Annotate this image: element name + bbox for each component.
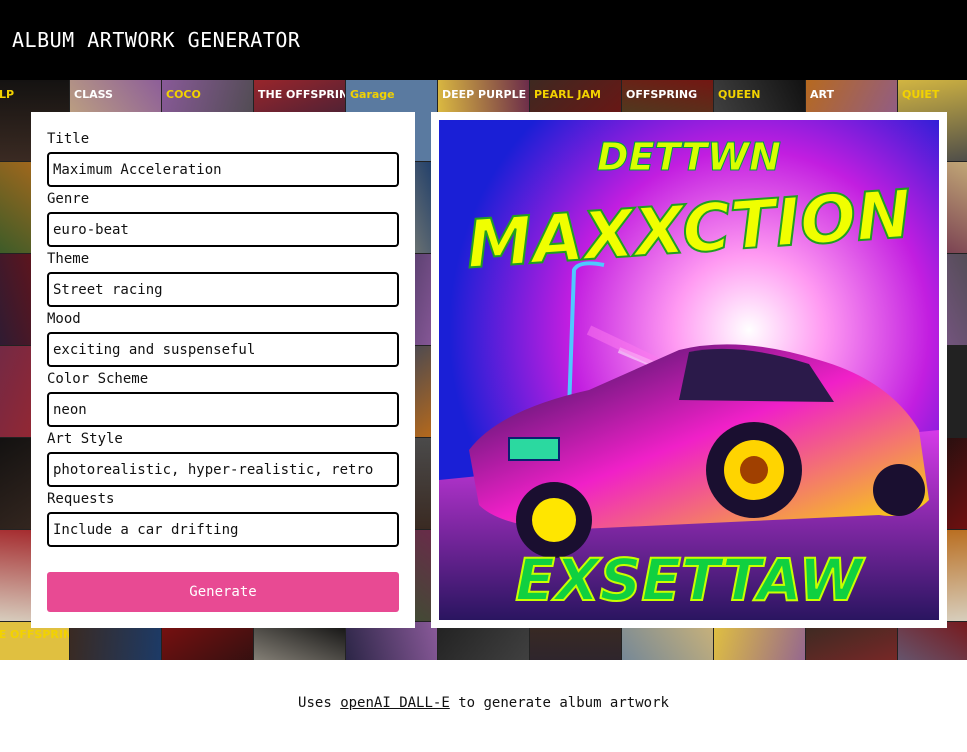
album-cover-label: CLASS (74, 88, 113, 101)
title-label: Title (47, 131, 90, 147)
requests-label: Requests (47, 491, 115, 507)
artwork-bottom-text: EXSETTAW (515, 546, 865, 614)
genre-label: Genre (47, 191, 90, 207)
generated-album-artwork: DETTWN MAXXCTION EXSETTAW (439, 120, 939, 620)
footer-prefix: Uses (298, 695, 341, 711)
artwork-form: Title Genre Theme Mood Color Scheme Art … (31, 112, 415, 628)
app-title: ALBUM ARTWORK GENERATOR (12, 28, 301, 52)
footer-credit: Uses openAI DALL-E to generate album art… (0, 695, 967, 711)
artwork-image: DETTWN MAXXCTION EXSETTAW (439, 120, 939, 620)
album-cover-label: THE OFFSPRING (258, 88, 345, 101)
album-cover-label: Garage (350, 88, 395, 101)
art-style-input[interactable] (47, 452, 399, 487)
artwork-top-text: DETTWN (597, 135, 781, 179)
dalle-link[interactable]: openAI DALL-E (340, 695, 450, 711)
album-cover-label: OFFSPRING (626, 88, 698, 101)
requests-input[interactable] (47, 512, 399, 547)
album-cover-label: PULP (0, 88, 15, 101)
album-cover-label: COCO (166, 88, 201, 101)
theme-label: Theme (47, 251, 90, 267)
album-cover-label: PEARL JAM (534, 88, 601, 101)
genre-input[interactable] (47, 212, 399, 247)
mood-input[interactable] (47, 332, 399, 367)
album-cover-label: THE OFFSPRING (0, 628, 69, 641)
footer-suffix: to generate album artwork (449, 695, 669, 711)
album-cover-label: DEEP PURPLE (442, 88, 527, 101)
generate-button[interactable]: Generate (47, 572, 399, 612)
album-cover-label: QUIET (902, 88, 940, 101)
color-scheme-input[interactable] (47, 392, 399, 427)
theme-input[interactable] (47, 272, 399, 307)
title-input[interactable] (47, 152, 399, 187)
header-bar: ALBUM ARTWORK GENERATOR (0, 0, 967, 80)
mood-label: Mood (47, 311, 81, 327)
album-cover-label: QUEEN (718, 88, 761, 101)
art-style-label: Art Style (47, 431, 123, 447)
artwork-frame: DETTWN MAXXCTION EXSETTAW (431, 112, 947, 628)
album-cover-label: ART (810, 88, 834, 101)
color-scheme-label: Color Scheme (47, 371, 149, 387)
